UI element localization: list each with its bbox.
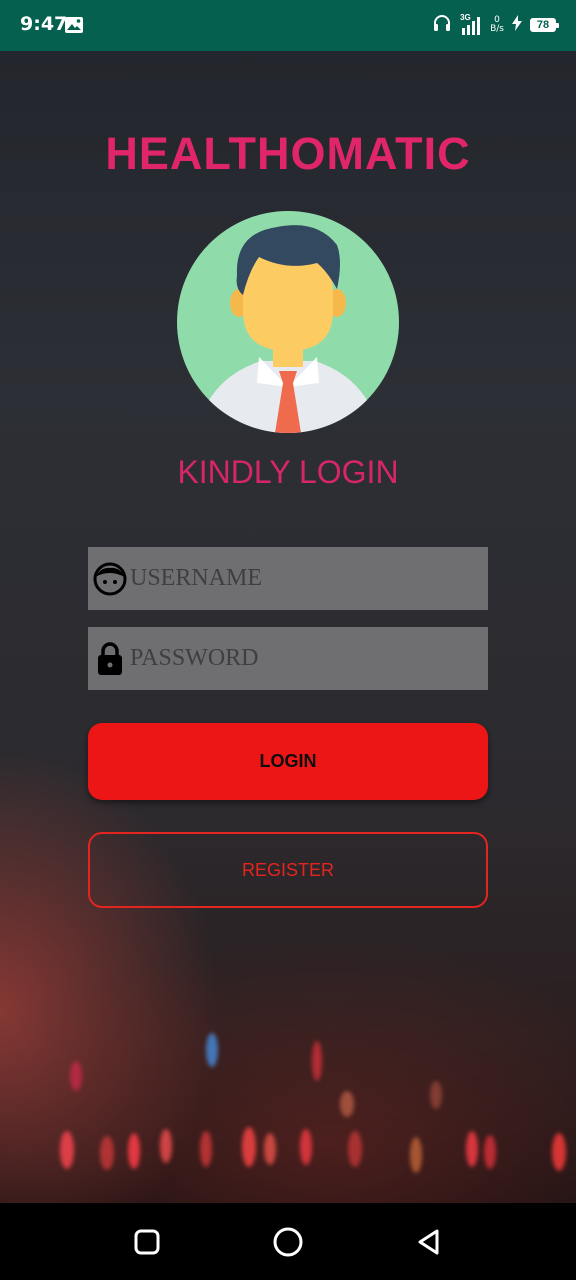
battery-icon: 78	[530, 18, 559, 32]
recents-icon[interactable]	[131, 1226, 163, 1258]
login-button[interactable]: LOGIN	[88, 723, 488, 800]
username-field[interactable]	[88, 547, 488, 610]
navigation-bar	[0, 1203, 576, 1280]
register-button[interactable]: REGISTER	[88, 832, 488, 908]
face-icon	[91, 560, 129, 598]
login-screen: HEALTHOMATIC KINDLY LOGIN USERNAME LOGIN…	[0, 51, 576, 1203]
user-avatar	[177, 211, 399, 433]
gallery-icon	[64, 16, 84, 39]
network-type: 3G	[460, 13, 471, 22]
home-icon[interactable]	[272, 1226, 304, 1258]
charging-icon	[512, 14, 522, 36]
battery-level: 78	[536, 19, 550, 31]
password-input[interactable]	[130, 627, 488, 690]
bokeh-background	[0, 1011, 576, 1203]
app-title: HEALTHOMATIC	[105, 128, 471, 179]
net-speed: 0 B/s	[490, 15, 504, 34]
lock-icon	[91, 640, 129, 678]
status-time: 9:47	[20, 13, 68, 35]
headphones-icon	[432, 13, 452, 38]
signal-icon: 3G	[460, 13, 482, 36]
password-field[interactable]	[88, 627, 488, 690]
back-icon[interactable]	[413, 1226, 445, 1258]
status-bar: 9:47 3G 0 B/s 78	[0, 0, 576, 51]
username-input[interactable]	[130, 547, 488, 610]
login-subtitle: KINDLY LOGIN	[177, 454, 399, 490]
